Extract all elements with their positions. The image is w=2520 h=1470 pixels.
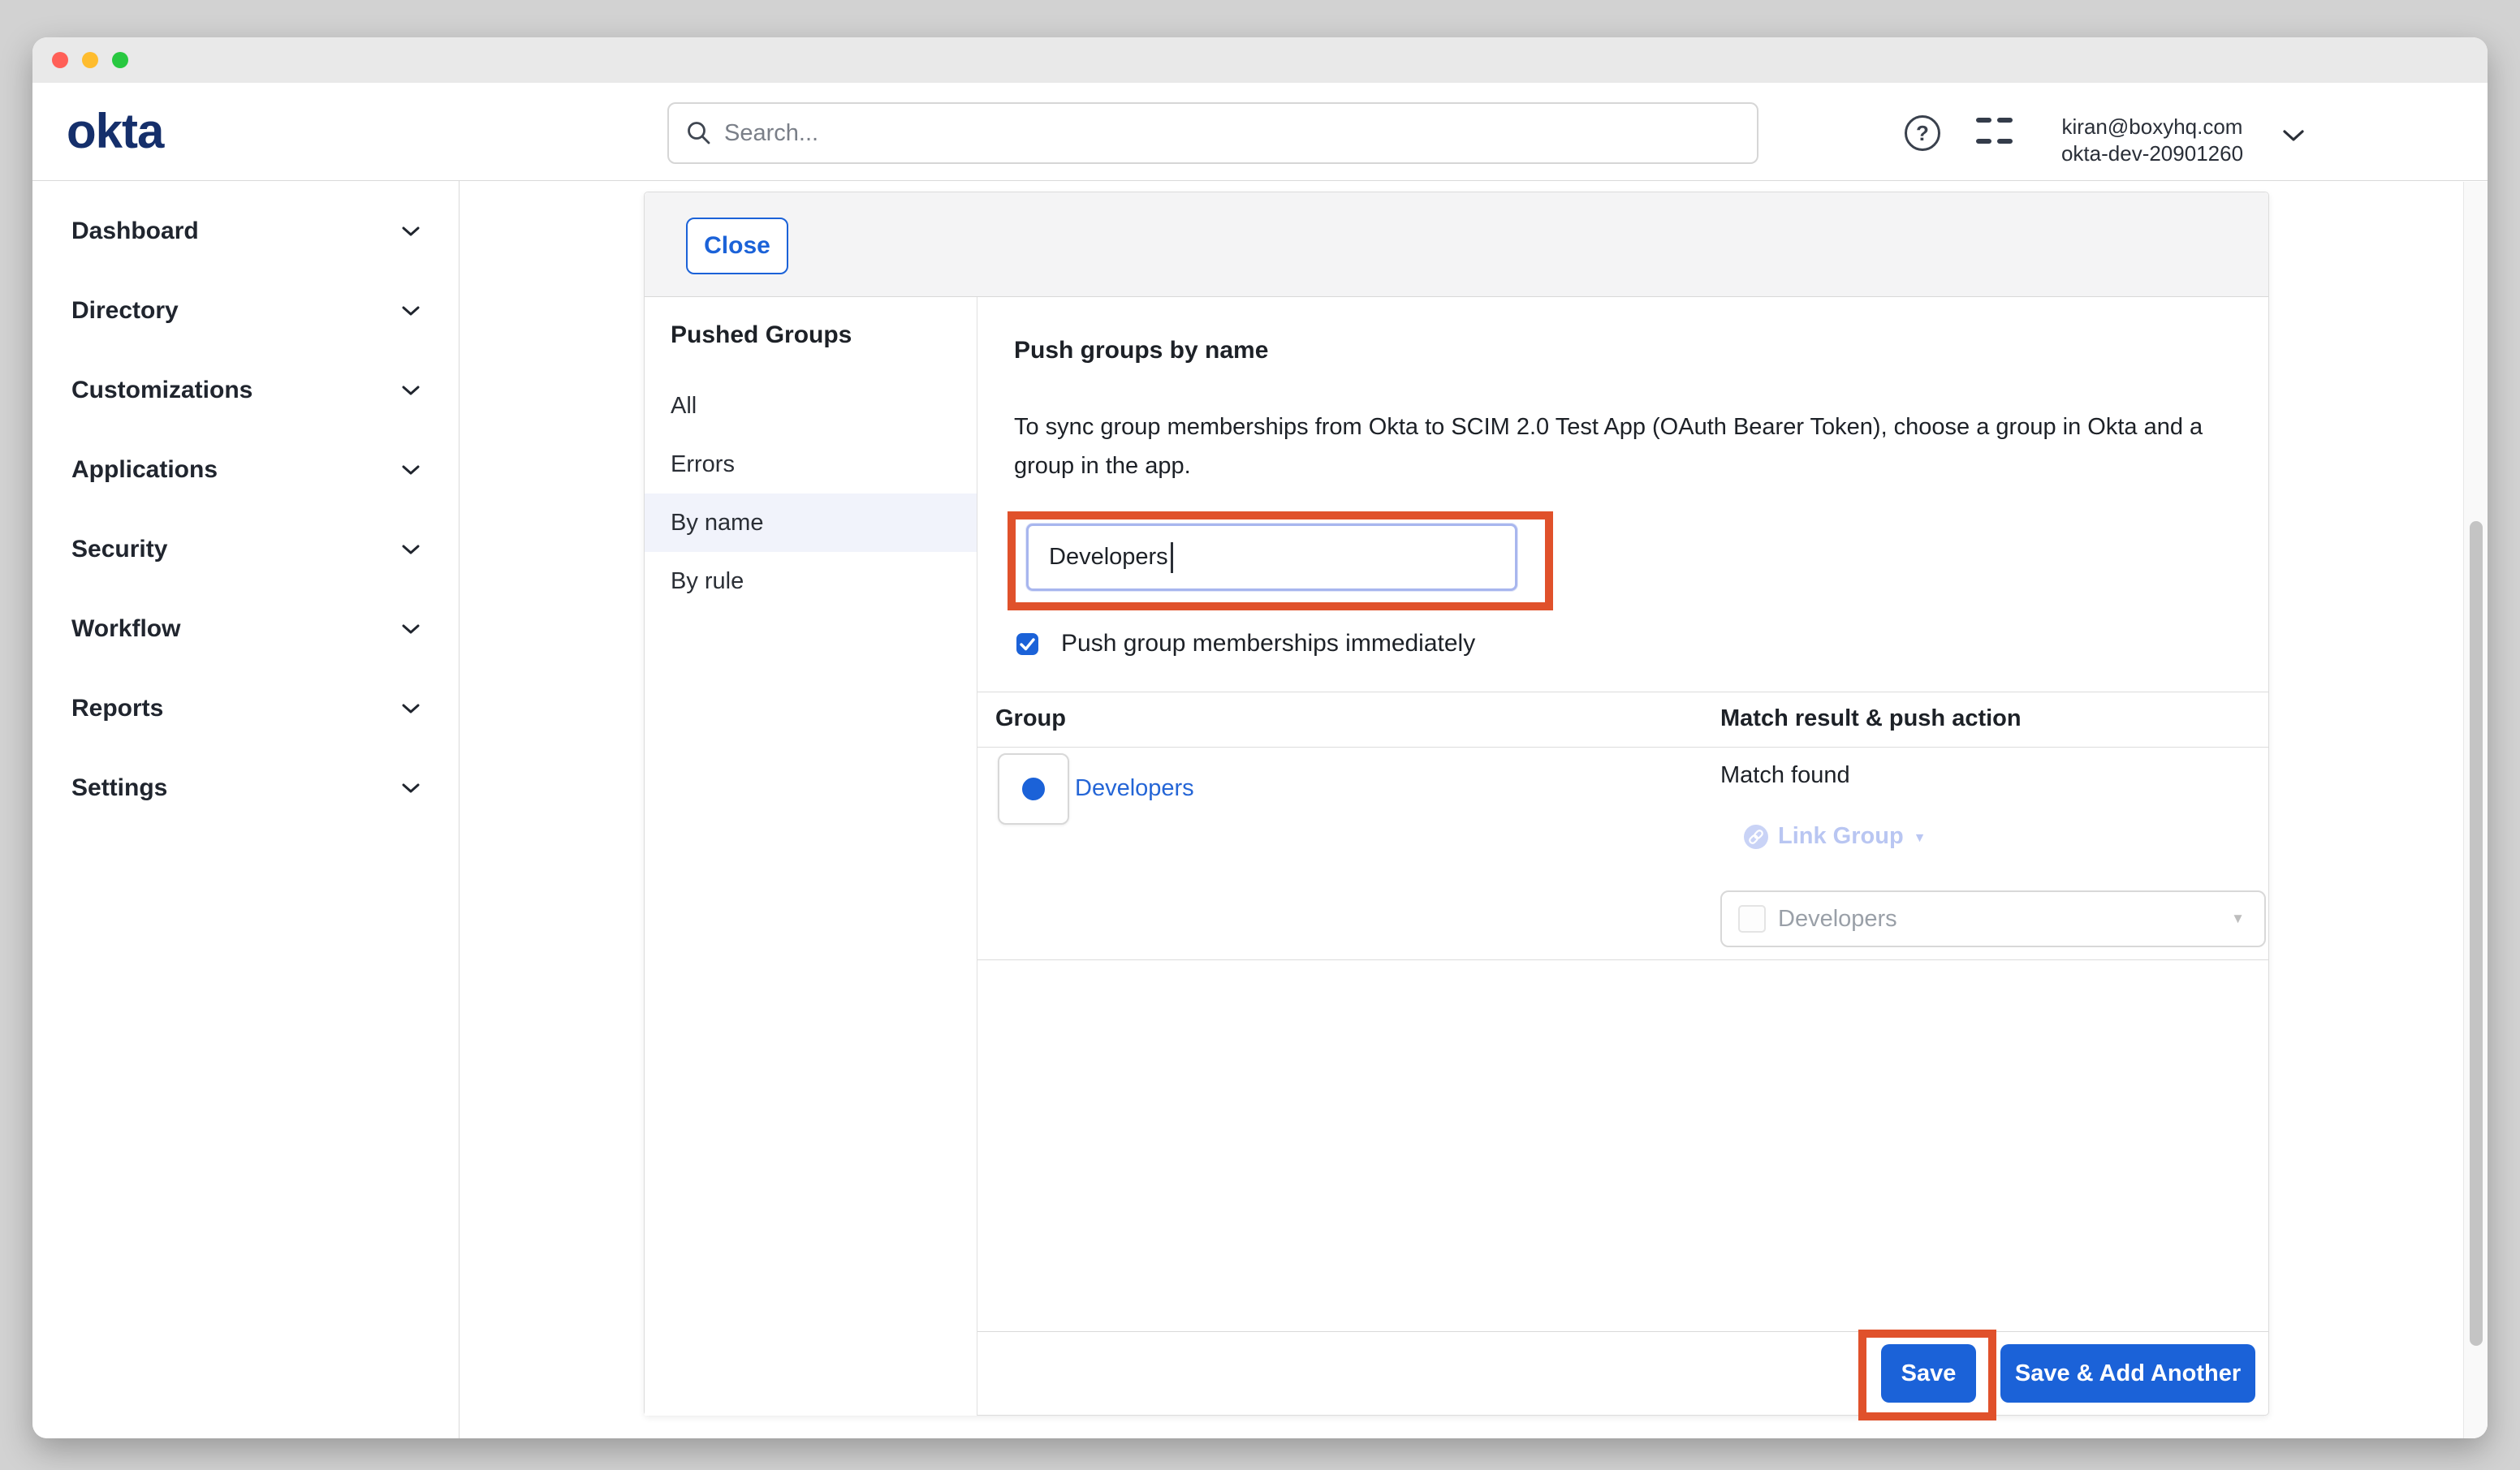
push-immediately-row: Push group memberships immediately <box>1016 630 1475 657</box>
pushed-groups-item-all[interactable]: All <box>645 377 977 435</box>
save-add-another-button[interactable]: Save & Add Another <box>2000 1344 2255 1403</box>
checkmark-icon <box>1016 633 1038 655</box>
app-group-placeholder-icon <box>1738 905 1766 933</box>
pushed-groups-item-by-name[interactable]: By name <box>645 494 977 552</box>
group-name-input[interactable]: Developers <box>1026 524 1517 591</box>
vertical-scrollbar <box>2463 182 2488 1438</box>
dialog-toolbar: Close <box>645 192 2268 297</box>
sidebar-item-directory[interactable]: Directory <box>32 282 459 340</box>
text-cursor <box>1171 542 1173 573</box>
window-minimize-button[interactable] <box>82 52 98 68</box>
chevron-down-icon <box>402 783 420 794</box>
sidebar-item-workflow[interactable]: Workflow <box>32 600 459 658</box>
chevron-down-icon <box>402 226 420 237</box>
chevron-down-icon <box>402 465 420 476</box>
browser-window: okta Search... ? kiran@boxyhq.com <box>32 37 2488 1438</box>
panel-description: To sync group memberships from Okta to S… <box>1014 407 2248 485</box>
dialog-footer: Save Save & Add Another <box>977 1331 2268 1415</box>
window-titlebar <box>32 37 2488 83</box>
account-email: kiran@boxyhq.com <box>2030 114 2275 140</box>
app-header: okta Search... ? kiran@boxyhq.com <box>32 83 2488 181</box>
table-row-border <box>977 959 2268 960</box>
global-search-input[interactable]: Search... <box>667 102 1758 164</box>
pushed-groups-item-errors[interactable]: Errors <box>645 435 977 494</box>
sidebar-item-dashboard[interactable]: Dashboard <box>32 202 459 261</box>
group-name-input-value: Developers <box>1049 544 1168 571</box>
sidebar-item-customizations[interactable]: Customizations <box>32 361 459 420</box>
pushed-groups-panel: Pushed Groups All Errors By name By rule <box>645 297 977 1416</box>
save-button[interactable]: Save <box>1881 1344 1976 1403</box>
table-header-border <box>977 747 2268 748</box>
push-immediately-checkbox[interactable] <box>1016 633 1038 655</box>
column-header-group: Group <box>995 705 1066 732</box>
match-result-text: Match found <box>1720 762 1850 789</box>
search-icon <box>685 119 713 147</box>
link-group-caret-icon: ▼ <box>1914 828 1927 846</box>
account-org: okta-dev-20901260 <box>2030 140 2275 167</box>
select-caret-icon: ▼ <box>2231 911 2245 927</box>
pushed-groups-item-by-rule[interactable]: By rule <box>645 552 977 610</box>
panel-heading: Push groups by name <box>1014 337 1268 364</box>
pushed-groups-list: All Errors By name By rule <box>645 377 977 610</box>
app-group-selected-value: Developers <box>1778 906 1897 933</box>
help-icon[interactable]: ? <box>1905 115 1940 151</box>
column-header-match-result: Match result & push action <box>1720 705 2022 732</box>
sidebar-item-reports[interactable]: Reports <box>32 679 459 738</box>
search-placeholder: Search... <box>724 120 818 147</box>
scrollbar-thumb[interactable] <box>2470 521 2483 1346</box>
sidebar-item-security[interactable]: Security <box>32 520 459 579</box>
push-by-name-panel: Push groups by name To sync group member… <box>977 297 2268 1416</box>
sidebar-item-settings[interactable]: Settings <box>32 759 459 817</box>
chevron-down-icon <box>402 545 420 555</box>
window-close-button[interactable] <box>52 52 68 68</box>
chevron-down-icon <box>402 306 420 317</box>
group-icon-card <box>998 753 1069 825</box>
chevron-down-icon <box>402 386 420 396</box>
sidebar-nav: Dashboard Directory Customizations Appli… <box>32 181 460 1438</box>
push-groups-dialog: Close Pushed Groups All Errors By name B… <box>644 192 2269 1416</box>
link-icon <box>1744 825 1768 849</box>
group-name-link[interactable]: Developers <box>1075 775 1194 802</box>
close-button[interactable]: Close <box>686 218 788 274</box>
group-circle-icon <box>1022 778 1045 800</box>
okta-logo[interactable]: okta <box>67 102 163 161</box>
main-page: Close Pushed Groups All Errors By name B… <box>460 181 2488 1438</box>
apps-grid-icon[interactable] <box>1974 112 2013 151</box>
chevron-down-icon <box>402 624 420 635</box>
link-group-label: Link Group <box>1778 823 1904 850</box>
chevron-down-icon <box>402 704 420 714</box>
account-chevron-down-icon[interactable] <box>2283 130 2304 142</box>
link-group-dropdown-button[interactable]: Link Group ▼ <box>1744 823 1927 850</box>
pushed-groups-title: Pushed Groups <box>671 321 852 349</box>
push-immediately-label: Push group memberships immediately <box>1061 630 1475 657</box>
account-menu[interactable]: kiran@boxyhq.com okta-dev-20901260 <box>2030 114 2275 167</box>
desktop: okta Search... ? kiran@boxyhq.com <box>0 0 2520 1470</box>
app-group-select[interactable]: Developers ▼ <box>1720 890 2266 947</box>
sidebar-item-applications[interactable]: Applications <box>32 441 459 499</box>
window-zoom-button[interactable] <box>112 52 128 68</box>
